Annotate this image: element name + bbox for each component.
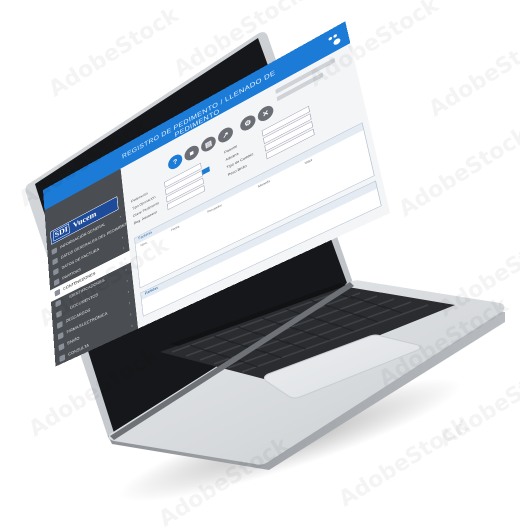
- export-button[interactable]: ↗: [217, 124, 234, 146]
- column-header: Núm.: [140, 241, 148, 248]
- panel-title: Partidas: [144, 286, 159, 296]
- chevron-right-icon: ›: [123, 256, 126, 262]
- tipo-operacion-button[interactable]: [201, 166, 210, 175]
- sidebar-item-icon: [59, 354, 66, 363]
- settings-button[interactable]: ⚙: [239, 112, 257, 134]
- chevron-right-icon: ›: [128, 300, 131, 306]
- chevron-right-icon: ›: [130, 322, 134, 329]
- close-button[interactable]: ✕: [256, 103, 275, 124]
- save-button[interactable]: ■: [183, 143, 200, 164]
- chevron-right-icon: ›: [127, 288, 130, 295]
- print-button[interactable]: ▤: [200, 133, 217, 155]
- chevron-right-icon: ›: [121, 234, 124, 241]
- help-button[interactable]: ?: [167, 151, 184, 172]
- column-header: Valor: [304, 158, 313, 166]
- chevron-right-icon: ›: [124, 266, 128, 273]
- chevron-right-icon: ›: [129, 311, 132, 318]
- chevron-right-icon: ›: [126, 277, 129, 284]
- chevron-right-icon: ›: [122, 245, 125, 251]
- panel-title: Facturas: [138, 230, 153, 241]
- chevron-right-icon: ›: [119, 213, 122, 220]
